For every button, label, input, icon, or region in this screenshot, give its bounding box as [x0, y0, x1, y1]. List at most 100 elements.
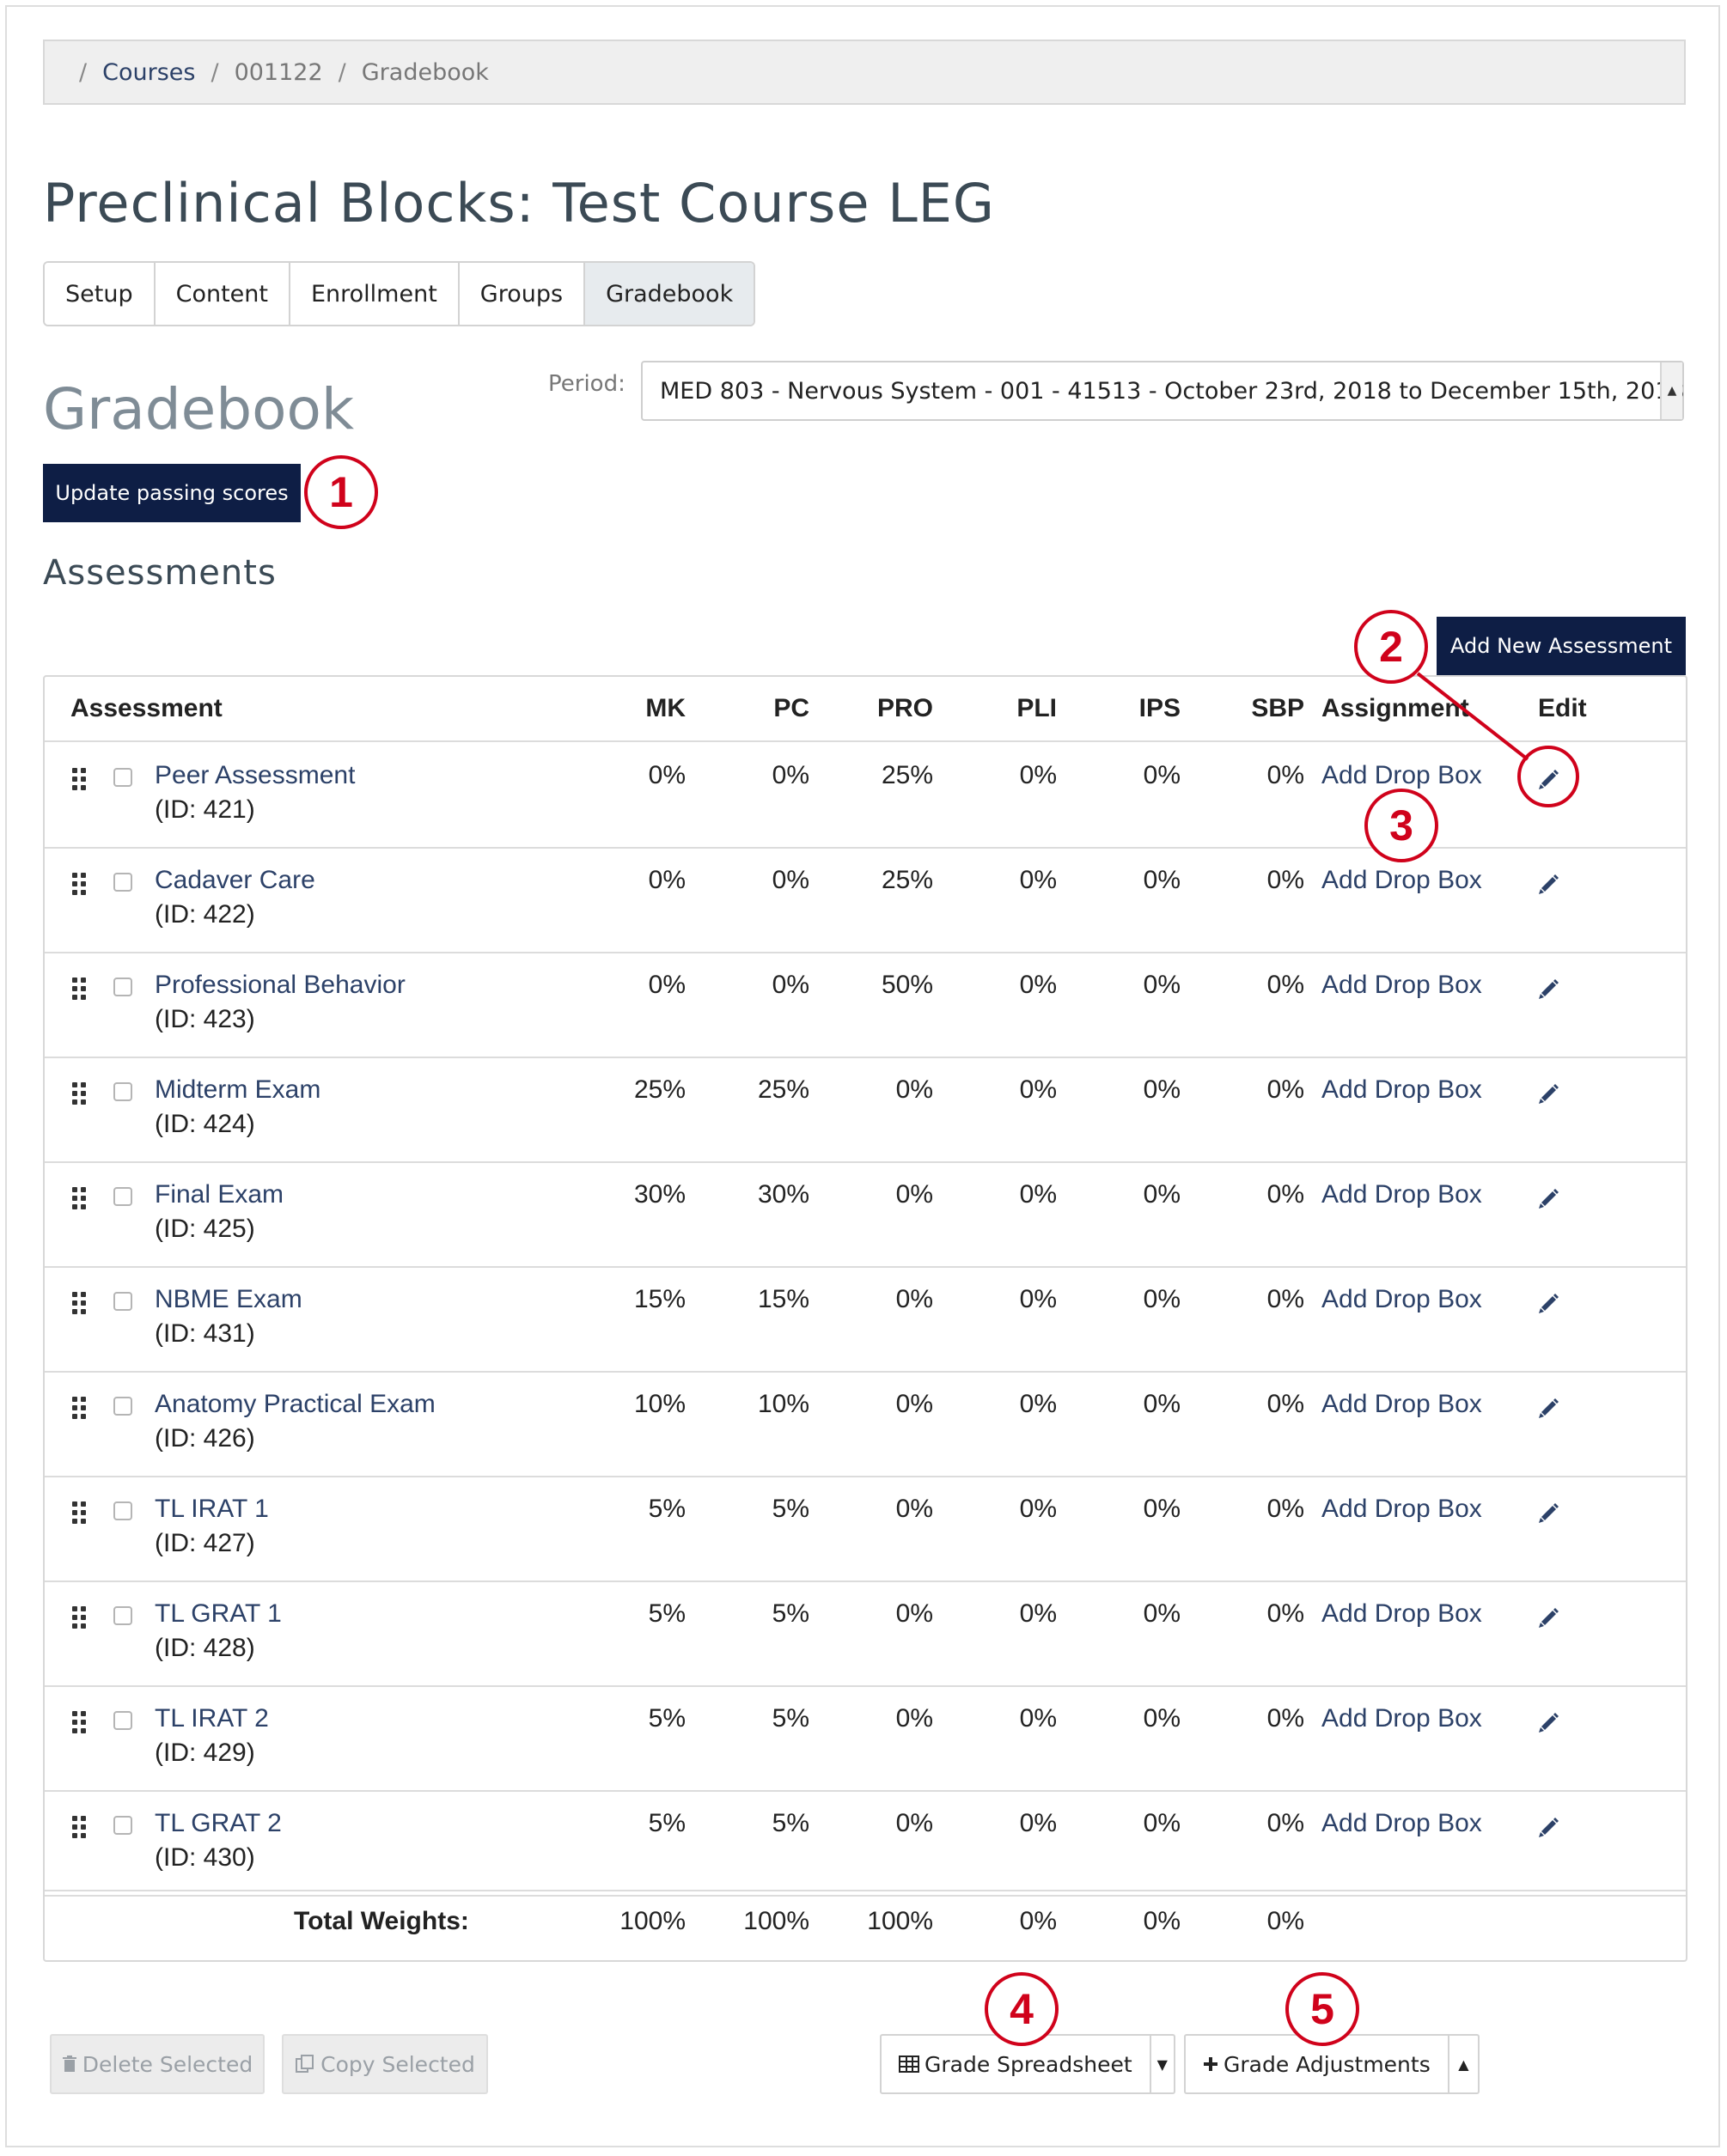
row-select-checkbox[interactable] [113, 1816, 132, 1835]
row-select-checkbox[interactable] [113, 1606, 132, 1625]
tab-content[interactable]: Content [155, 263, 290, 325]
add-drop-box-link[interactable]: Add Drop Box [1321, 1075, 1482, 1105]
assessment-name-link[interactable]: NBME Exam [155, 1285, 302, 1314]
drag-handle-icon[interactable] [72, 768, 88, 790]
row-select-checkbox[interactable] [113, 978, 132, 996]
header-sbp: SBP [1251, 694, 1304, 722]
weight-pc: 25% [757, 1075, 809, 1104]
breadcrumb-separator: / [338, 58, 346, 86]
total-divider [45, 1890, 1686, 1891]
assessment-id: (ID: 427) [155, 1529, 255, 1557]
drag-handle-icon[interactable] [72, 1816, 88, 1838]
weight-pli: 0% [1019, 866, 1057, 894]
pencil-icon[interactable] [1536, 1709, 1562, 1735]
pencil-icon[interactable] [1536, 1290, 1562, 1316]
pencil-icon[interactable] [1536, 1395, 1562, 1421]
row-select-checkbox[interactable] [113, 873, 132, 892]
drag-handle-icon[interactable] [72, 1711, 88, 1733]
row-select-checkbox[interactable] [113, 1397, 132, 1416]
pencil-icon[interactable] [1536, 1081, 1562, 1106]
header-pc: PC [773, 694, 809, 722]
period-select[interactable]: MED 803 - Nervous System - 001 - 41513 -… [641, 361, 1685, 421]
weight-pc: 0% [772, 971, 809, 999]
assessment-name-link[interactable]: TL GRAT 1 [155, 1599, 282, 1629]
weight-pro: 25% [881, 761, 933, 789]
drag-handle-icon[interactable] [72, 1292, 88, 1314]
weight-ips: 0% [1143, 1075, 1181, 1104]
weight-pli: 0% [1019, 1599, 1057, 1628]
weight-sbp: 0% [1266, 1704, 1304, 1733]
tab-enrollment[interactable]: Enrollment [290, 263, 460, 325]
row-select-checkbox[interactable] [113, 1082, 132, 1101]
pencil-icon[interactable] [1536, 1500, 1562, 1526]
chevron-down-icon[interactable]: ▼ [1151, 2036, 1174, 2092]
chevron-up-icon[interactable]: ▲ [1449, 2036, 1478, 2092]
add-drop-box-link[interactable]: Add Drop Box [1321, 1704, 1482, 1733]
add-drop-box-link[interactable]: Add Drop Box [1321, 866, 1482, 895]
add-drop-box-link[interactable]: Add Drop Box [1321, 1390, 1482, 1419]
tab-setup[interactable]: Setup [45, 263, 156, 325]
assessment-id: (ID: 431) [155, 1319, 255, 1348]
weight-sbp: 0% [1266, 971, 1304, 999]
total-mk: 100% [619, 1907, 686, 1935]
row-select-checkbox[interactable] [113, 768, 132, 787]
tab-gradebook[interactable]: Gradebook [585, 263, 754, 325]
weight-ips: 0% [1143, 1495, 1181, 1523]
drag-handle-icon[interactable] [72, 1501, 88, 1524]
drag-handle-icon[interactable] [72, 873, 88, 895]
pencil-icon[interactable] [1536, 1814, 1562, 1840]
pencil-icon[interactable] [1536, 1605, 1562, 1630]
select-caret-icon[interactable]: ▲ [1660, 362, 1682, 419]
weight-sbp: 0% [1266, 1285, 1304, 1313]
pencil-icon[interactable] [1536, 1185, 1562, 1211]
assessment-name-link[interactable]: Final Exam [155, 1180, 284, 1209]
add-drop-box-link[interactable]: Add Drop Box [1321, 761, 1482, 790]
copy-selected-button[interactable]: Copy Selected [282, 2034, 488, 2094]
add-new-assessment-button[interactable]: Add New Assessment [1437, 617, 1686, 675]
assessment-name-link[interactable]: TL IRAT 1 [155, 1495, 269, 1524]
drag-handle-icon[interactable] [72, 978, 88, 1000]
row-divider [45, 1895, 1686, 1897]
row-select-checkbox[interactable] [113, 1711, 132, 1730]
drag-handle-icon[interactable] [72, 1082, 88, 1105]
assessment-name-link[interactable]: Peer Assessment [155, 761, 355, 790]
assessment-name-link[interactable]: Anatomy Practical Exam [155, 1390, 436, 1419]
add-drop-box-link[interactable]: Add Drop Box [1321, 1599, 1482, 1629]
add-drop-box-link[interactable]: Add Drop Box [1321, 1495, 1482, 1524]
pencil-icon[interactable] [1536, 871, 1562, 897]
row-select-checkbox[interactable] [113, 1187, 132, 1206]
row-select-checkbox[interactable] [113, 1292, 132, 1311]
period-selected-value: MED 803 - Nervous System - 001 - 41513 -… [660, 377, 1685, 405]
drag-handle-icon[interactable] [72, 1606, 88, 1629]
assessment-name-link[interactable]: TL GRAT 2 [155, 1809, 282, 1838]
add-drop-box-link[interactable]: Add Drop Box [1321, 1285, 1482, 1314]
assessment-name-link[interactable]: Professional Behavior [155, 971, 406, 1000]
weight-mk: 0% [648, 866, 686, 894]
header-assessment: Assessment [70, 694, 223, 722]
total-pc: 100% [743, 1907, 809, 1935]
weight-ips: 0% [1143, 761, 1181, 789]
add-drop-box-link[interactable]: Add Drop Box [1321, 1180, 1482, 1209]
weight-mk: 5% [648, 1704, 686, 1733]
row-select-checkbox[interactable] [113, 1501, 132, 1520]
weight-mk: 30% [633, 1180, 686, 1209]
weight-ips: 0% [1143, 971, 1181, 999]
add-drop-box-link[interactable]: Add Drop Box [1321, 971, 1482, 1000]
add-drop-box-link[interactable]: Add Drop Box [1321, 1809, 1482, 1838]
breadcrumb-courses[interactable]: Courses [102, 59, 195, 86]
trash-icon [62, 2056, 76, 2072]
tab-groups[interactable]: Groups [459, 263, 586, 325]
copy-icon [296, 2055, 314, 2073]
weight-mk: 0% [648, 971, 686, 999]
weight-pc: 30% [757, 1180, 809, 1209]
assessment-name-link[interactable]: Cadaver Care [155, 866, 315, 895]
drag-handle-icon[interactable] [72, 1397, 88, 1419]
weight-sbp: 0% [1266, 866, 1304, 894]
header-mk: MK [645, 694, 686, 722]
assessment-name-link[interactable]: TL IRAT 2 [155, 1704, 269, 1733]
drag-handle-icon[interactable] [72, 1187, 88, 1209]
update-passing-scores-button[interactable]: Update passing scores [43, 464, 301, 522]
assessment-name-link[interactable]: Midterm Exam [155, 1075, 320, 1105]
delete-selected-button[interactable]: Delete Selected [50, 2034, 265, 2094]
pencil-icon[interactable] [1536, 976, 1562, 1002]
